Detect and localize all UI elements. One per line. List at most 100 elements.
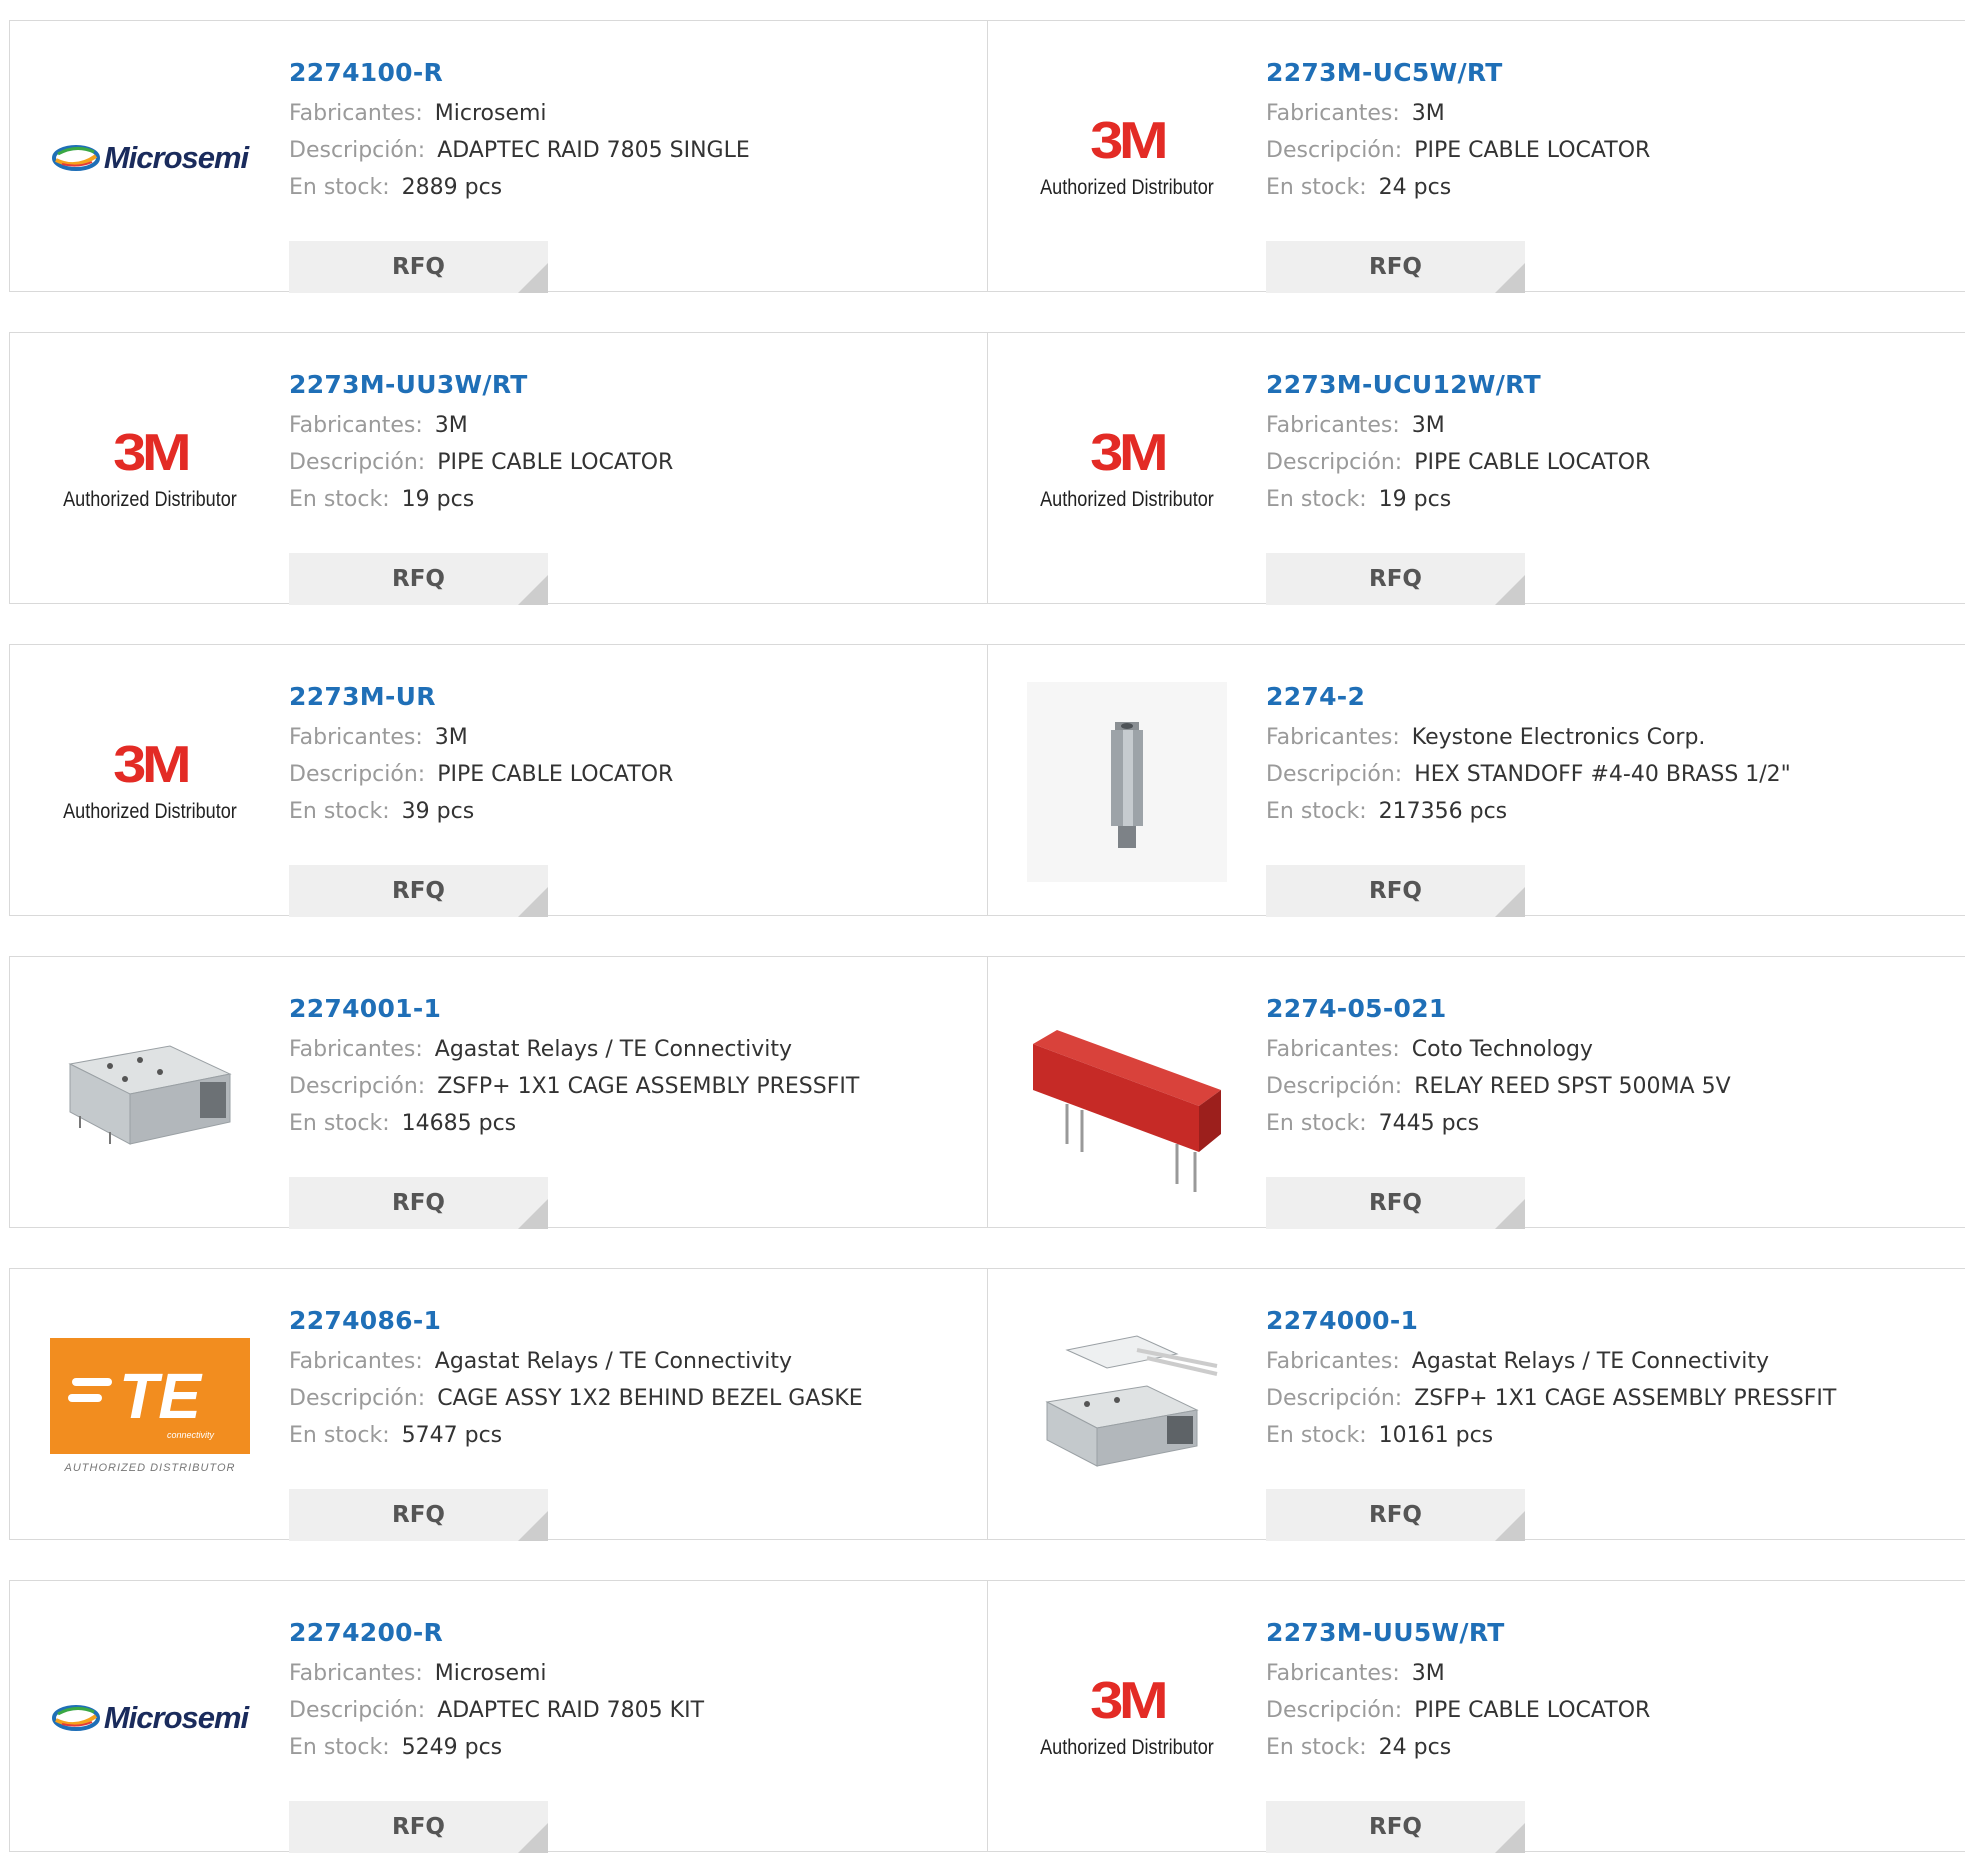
manufacturer-line: Fabricantes: 3M — [289, 407, 673, 444]
stock-label: En stock: — [289, 1735, 390, 1760]
product-row: 3M Authorized Distributor 2273M-UU3W/RT Fab… — [9, 332, 1965, 605]
product-card: 2274000-1 Fabricantes: Agastat Relays / TE… — [987, 1269, 1965, 1541]
product-info: 2274200-R Fabricantes: Microsemi Descripció… — [289, 1611, 705, 1853]
rfq-label: RFQ — [1369, 254, 1422, 280]
product-image[interactable] — [1027, 1306, 1227, 1506]
stock-value: 14685 pcs — [401, 1111, 517, 1136]
product-image[interactable] — [1027, 682, 1227, 882]
part-number-link[interactable]: 2274001-1 — [289, 987, 859, 1031]
manufacturer-label: Fabricantes: — [1266, 725, 1400, 750]
rfq-button[interactable]: RFQ — [289, 865, 548, 917]
stock-line: En stock: 19 pcs — [289, 481, 673, 518]
description-line: Descripción: PIPE CABLE LOCATOR — [1266, 1692, 1650, 1729]
manufacturer-value: Keystone Electronics Corp. — [1411, 725, 1706, 750]
part-number-link[interactable]: 2274100-R — [289, 51, 750, 95]
microsemi-swirl-icon — [51, 1705, 100, 1731]
part-number-link[interactable]: 2274-05-021 — [1266, 987, 1731, 1031]
part-number-link[interactable]: 2273M-UU3W/RT — [289, 363, 673, 407]
stock-label: En stock: — [1266, 487, 1367, 512]
stock-line: En stock: 10161 pcs — [1266, 1417, 1836, 1454]
description-label: Descripción: — [289, 138, 426, 163]
product-image[interactable]: 3M Authorized Distributor — [1027, 1618, 1227, 1818]
rfq-button[interactable]: RFQ — [289, 241, 548, 293]
rfq-button[interactable]: RFQ — [289, 1177, 548, 1229]
rfq-button[interactable]: RFQ — [289, 1489, 548, 1541]
product-card: 2274-2 Fabricantes: Keystone Electronics C… — [987, 645, 1965, 917]
stock-label: En stock: — [1266, 1423, 1367, 1448]
description-line: Descripción: ZSFP+ 1X1 CAGE ASSEMBLY PRES… — [289, 1068, 859, 1105]
authorized-distributor-text: Authorized Distributor — [1040, 176, 1214, 199]
product-image[interactable]: Microsemi — [50, 58, 250, 258]
product-row: 2274001-1 Fabricantes: Agastat Relays / TE… — [9, 956, 1965, 1229]
manufacturer-label: Fabricantes: — [289, 1661, 423, 1686]
rfq-label: RFQ — [1369, 1502, 1422, 1528]
rfq-button[interactable]: RFQ — [1266, 553, 1525, 605]
3m-logo: 3M Authorized Distributor — [1026, 1675, 1228, 1760]
part-number-link[interactable]: 2273M-UU5W/RT — [1266, 1611, 1650, 1655]
stock-line: En stock: 217356 pcs — [1266, 793, 1791, 830]
product-info: 2274001-1 Fabricantes: Agastat Relays / TE… — [289, 987, 859, 1229]
part-number-link[interactable]: 2273M-UC5W/RT — [1266, 51, 1650, 95]
manufacturer-label: Fabricantes: — [289, 413, 423, 438]
rfq-label: RFQ — [1369, 1190, 1422, 1216]
description-label: Descripción: — [1266, 1074, 1403, 1099]
product-info: 2273M-UC5W/RT Fabricantes: 3M Descripción: P… — [1266, 51, 1650, 293]
3m-wordmark: 3M — [1090, 424, 1169, 482]
part-number-link[interactable]: 2274-2 — [1266, 675, 1791, 719]
product-image[interactable] — [1027, 994, 1227, 1194]
product-image[interactable]: 3M Authorized Distributor — [1027, 370, 1227, 570]
product-card: 3M Authorized Distributor 2273M-UU3W/RT Fab… — [10, 333, 988, 605]
stock-line: En stock: 2889 pcs — [289, 169, 750, 206]
product-image[interactable]: TE connectivity AUTHORIZED DISTRIBUTOR — [50, 1306, 250, 1506]
manufacturer-line: Fabricantes: 3M — [1266, 95, 1650, 132]
product-image[interactable]: Microsemi — [50, 1618, 250, 1818]
product-image[interactable]: 3M Authorized Distributor — [50, 682, 250, 882]
te-connectivity-text: connectivity — [166, 1430, 214, 1440]
description-value: ZSFP+ 1X1 CAGE ASSEMBLY PRESSFIT — [437, 1074, 860, 1099]
part-number-link[interactable]: 2274086-1 — [289, 1299, 863, 1343]
rfq-button[interactable]: RFQ — [1266, 1489, 1525, 1541]
description-line: Descripción: PIPE CABLE LOCATOR — [289, 756, 673, 793]
description-value: ADAPTEC RAID 7805 KIT — [437, 1698, 705, 1723]
stock-label: En stock: — [1266, 175, 1367, 200]
description-label: Descripción: — [289, 1386, 426, 1411]
reed-relay-photo — [1027, 994, 1227, 1194]
part-number-link[interactable]: 2274200-R — [289, 1611, 704, 1655]
3m-logo: 3M Authorized Distributor — [1026, 424, 1228, 512]
manufacturer-line: Fabricantes: Coto Technology — [1266, 1031, 1731, 1068]
part-number-link[interactable]: 2273M-UR — [289, 675, 673, 719]
product-image[interactable]: 3M Authorized Distributor — [1027, 58, 1227, 258]
manufacturer-label: Fabricantes: — [1266, 1037, 1400, 1062]
description-value: PIPE CABLE LOCATOR — [1414, 1698, 1651, 1723]
cage-assembly-photo — [50, 994, 250, 1194]
rfq-button[interactable]: RFQ — [1266, 1801, 1525, 1853]
part-number-link[interactable]: 2273M-UCU12W/RT — [1266, 363, 1650, 407]
part-number-link[interactable]: 2274000-1 — [1266, 1299, 1836, 1343]
product-info: 2273M-UCU12W/RT Fabricantes: 3M Descripción… — [1266, 363, 1650, 605]
product-info: 2274086-1 Fabricantes: Agastat Relays / TE… — [289, 1299, 863, 1541]
rfq-label: RFQ — [1369, 1814, 1422, 1840]
stock-value: 19 pcs — [401, 487, 475, 512]
rfq-button[interactable]: RFQ — [1266, 865, 1525, 917]
authorized-distributor-text: Authorized Distributor — [1040, 1736, 1214, 1759]
product-image[interactable] — [50, 994, 250, 1194]
description-label: Descripción: — [1266, 1386, 1403, 1411]
rfq-label: RFQ — [392, 1190, 445, 1216]
manufacturer-label: Fabricantes: — [289, 101, 423, 126]
description-value: ZSFP+ 1X1 CAGE ASSEMBLY PRESSFIT — [1414, 1386, 1837, 1411]
product-info: 2274000-1 Fabricantes: Agastat Relays / TE… — [1266, 1299, 1837, 1541]
stock-label: En stock: — [289, 175, 390, 200]
rfq-button[interactable]: RFQ — [289, 1801, 548, 1853]
rfq-button[interactable]: RFQ — [1266, 241, 1525, 293]
product-row: Microsemi 2274100-R Fabricantes: Microsemi D… — [9, 20, 1965, 293]
stock-label: En stock: — [289, 799, 390, 824]
rfq-button[interactable]: RFQ — [289, 553, 548, 605]
manufacturer-line: Fabricantes: Agastat Relays / TE Connecti… — [1266, 1343, 1836, 1380]
rfq-button[interactable]: RFQ — [1266, 1177, 1525, 1229]
product-row: TE connectivity AUTHORIZED DISTRIBUTOR 2274… — [9, 1268, 1965, 1541]
product-image[interactable]: 3M Authorized Distributor — [50, 370, 250, 570]
stock-line: En stock: 5249 pcs — [289, 1729, 704, 1766]
product-row: 3M Authorized Distributor 2273M-UR Fabrican… — [9, 644, 1965, 917]
description-line: Descripción: CAGE ASSY 1X2 BEHIND BEZEL G… — [289, 1380, 863, 1417]
te-logo: TE connectivity AUTHORIZED DISTRIBUTOR — [50, 1338, 250, 1474]
